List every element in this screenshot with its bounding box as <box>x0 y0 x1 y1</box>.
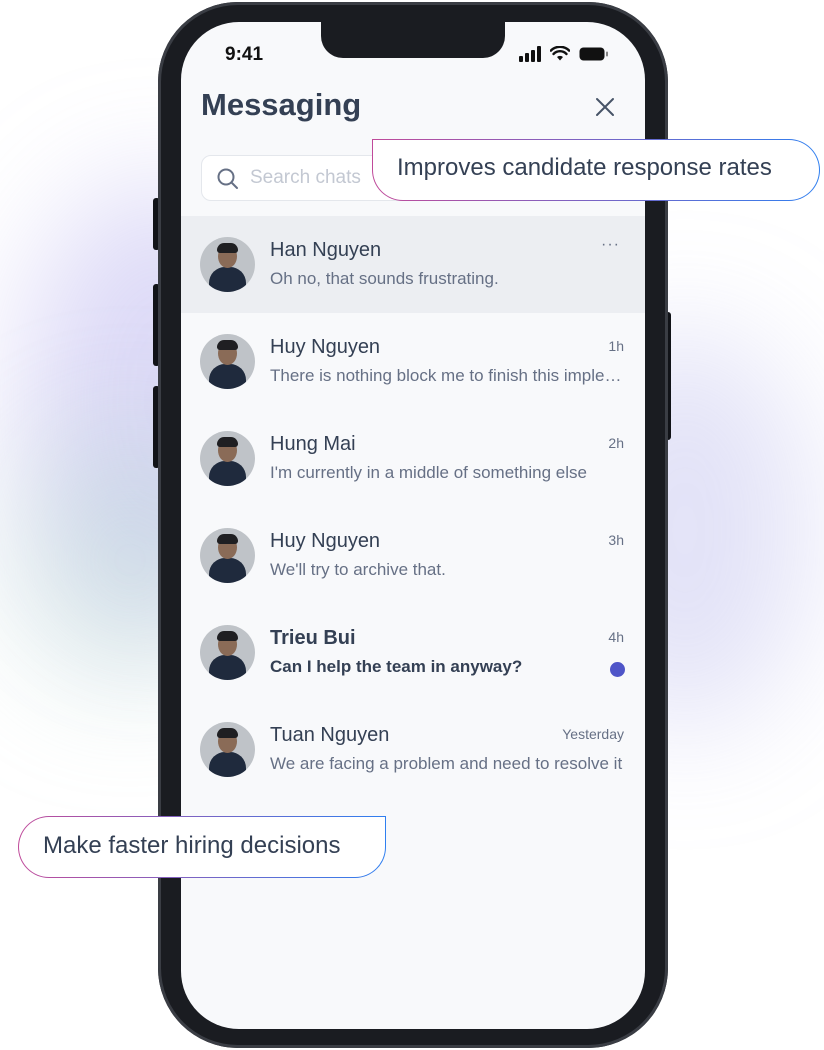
chat-name: Han Nguyen <box>270 239 382 261</box>
callout-hiring-decisions: Make faster hiring decisions <box>18 816 386 878</box>
callout-response-rates: Improves candidate response rates <box>372 139 820 201</box>
battery-icon <box>579 47 608 60</box>
avatar <box>200 431 255 486</box>
chat-time: Yesterday <box>562 726 624 742</box>
status-icons <box>519 44 609 64</box>
callout-text: Make faster hiring decisions <box>43 832 341 859</box>
chat-row[interactable]: Trieu Bui Can I help the team in anyway?… <box>181 604 645 701</box>
avatar <box>200 722 255 777</box>
chat-list: Han Nguyen Oh no, that sounds frustratin… <box>181 216 645 798</box>
close-icon[interactable] <box>592 94 618 120</box>
avatar <box>200 528 255 583</box>
avatar <box>200 625 255 680</box>
chat-row[interactable]: Huy Nguyen There is nothing block me to … <box>181 313 645 410</box>
unread-dot <box>610 662 625 677</box>
chat-time: 2h <box>608 435 624 451</box>
page-title: Messaging <box>201 87 362 122</box>
more-options-icon[interactable]: ··· <box>601 236 620 254</box>
signal-icon <box>519 46 541 62</box>
wifi-icon <box>550 46 570 61</box>
chat-preview: We'll try to archive that. <box>270 560 446 579</box>
chat-name: Tuan Nguyen <box>270 724 390 746</box>
avatar <box>200 237 255 292</box>
chat-time: 4h <box>608 629 624 645</box>
chat-row[interactable]: Huy Nguyen We'll try to archive that. 3h <box>181 507 645 604</box>
status-time: 9:41 <box>225 44 264 65</box>
chat-name: Hung Mai <box>270 433 356 455</box>
avatar <box>200 334 255 389</box>
chat-time: 1h <box>608 338 624 354</box>
chat-row[interactable]: Tuan Nguyen We are facing a problem and … <box>181 701 645 798</box>
chat-name: Huy Nguyen <box>270 530 381 552</box>
chat-row[interactable]: Han Nguyen Oh no, that sounds frustratin… <box>181 216 645 313</box>
chat-row[interactable]: Hung Mai I'm currently in a middle of so… <box>181 410 645 507</box>
chat-time: 3h <box>608 532 624 548</box>
chat-preview: There is nothing block me to finish this… <box>270 366 626 385</box>
chat-name: Huy Nguyen <box>270 336 381 358</box>
chat-preview: I'm currently in a middle of something e… <box>270 463 587 482</box>
chat-preview: Can I help the team in anyway? <box>270 657 523 676</box>
search-icon <box>217 168 238 189</box>
chat-preview: We are facing a problem and need to reso… <box>270 754 623 773</box>
chat-name: Trieu Bui <box>270 627 356 649</box>
chat-preview: Oh no, that sounds frustrating. <box>270 269 499 288</box>
callout-text: Improves candidate response rates <box>397 154 772 181</box>
notch <box>321 22 505 58</box>
